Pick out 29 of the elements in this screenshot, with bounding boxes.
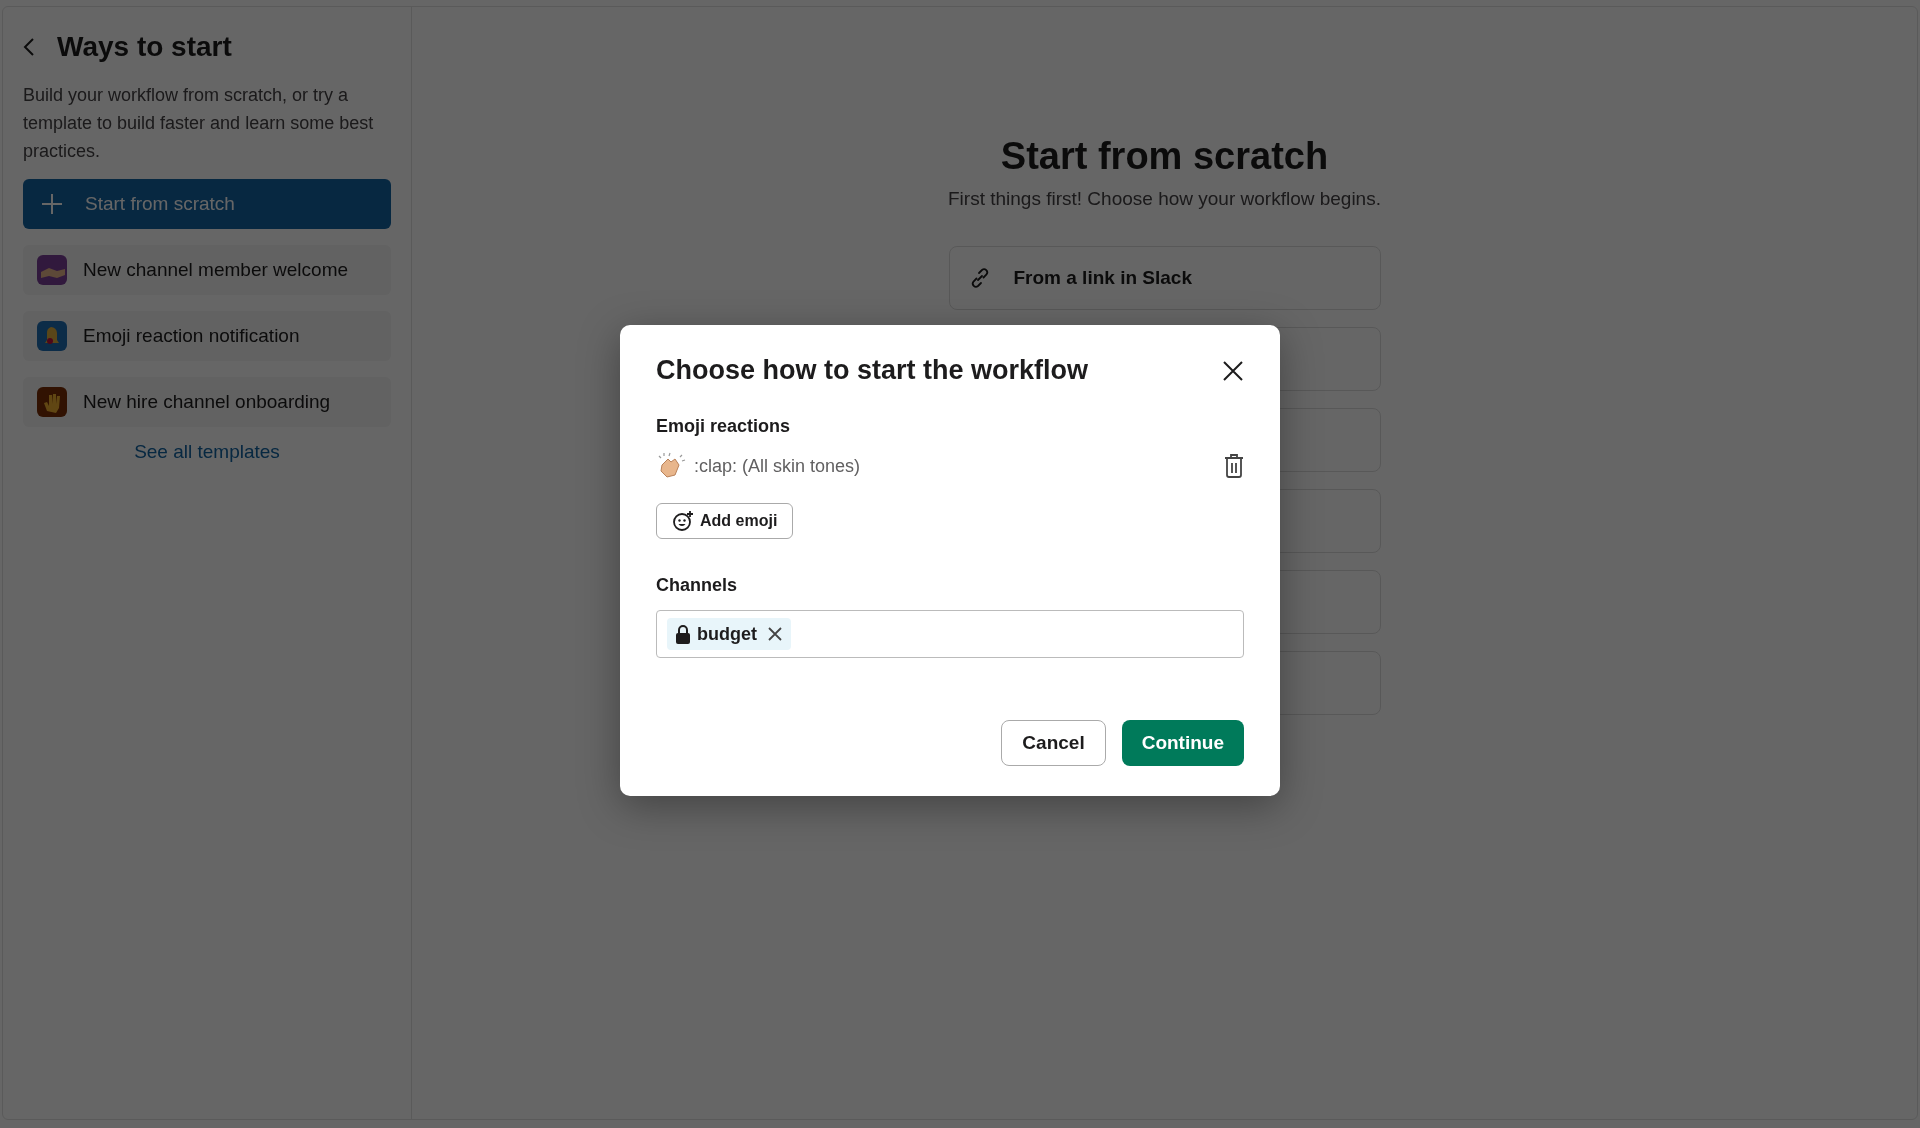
add-emoji-button[interactable]: Add emoji: [656, 503, 794, 539]
sidebar-description: Build your workflow from scratch, or try a template to build faster and learn some best practices.: [23, 84, 375, 163]
template-item[interactable]: New hire channel onboarding: [23, 377, 391, 427]
plus-icon: [41, 193, 63, 215]
dialog-title: Choose how to start the workflow: [656, 355, 1088, 386]
start-from-scratch-button[interactable]: Start from scratch: [23, 179, 391, 229]
clapping-hands-icon: [656, 451, 686, 481]
cancel-button[interactable]: Cancel: [1001, 720, 1106, 766]
page-subtitle: First things first! Choose how your workflow begins.: [948, 188, 1381, 210]
back-icon[interactable]: [23, 37, 35, 57]
delete-icon[interactable]: [1224, 454, 1244, 478]
template-icon: [37, 255, 67, 285]
emoji-reactions-label: Emoji reactions: [656, 416, 792, 437]
channels-label: Channels: [656, 575, 739, 596]
sidebar-title: Ways to start: [57, 31, 232, 63]
see-all-templates-link[interactable]: See all templates: [134, 441, 280, 463]
template-icon: [37, 321, 67, 351]
close-icon[interactable]: [1222, 359, 1244, 382]
channel-name: budget: [697, 623, 757, 645]
emoji-name: :clap: (All skin tones): [694, 455, 862, 477]
template-item[interactable]: Emoji reaction notification: [23, 311, 391, 361]
template-icon: [37, 387, 67, 417]
template-item[interactable]: New channel member welcome: [23, 245, 391, 295]
emoji-add-icon: [672, 510, 694, 532]
page-title: Start from scratch: [1000, 135, 1329, 178]
channels-field[interactable]: budget: [656, 610, 1244, 658]
continue-button[interactable]: Continue: [1121, 720, 1244, 766]
remove-icon[interactable]: [767, 626, 783, 642]
trigger-option[interactable]: From a link in Slack: [948, 246, 1381, 310]
